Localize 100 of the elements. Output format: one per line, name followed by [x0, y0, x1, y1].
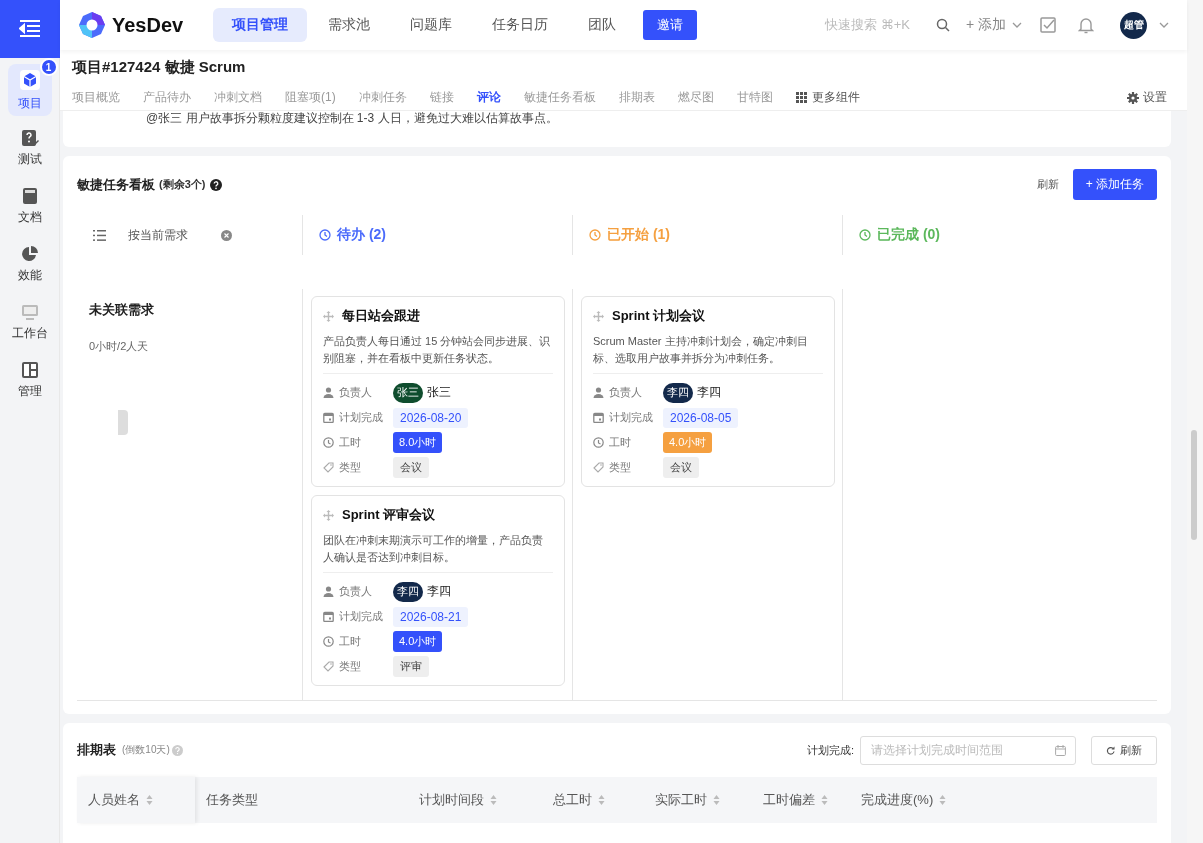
task-description: 团队在冲刺末期演示可工作的增量，产品负责人确认是否达到冲刺目标。: [323, 532, 553, 573]
add-menu[interactable]: + 添加: [965, 16, 1006, 35]
chevron-down-icon: [1159, 22, 1169, 29]
column-header[interactable]: 完成进度(%): [850, 791, 1157, 809]
sort-icon: [598, 795, 605, 805]
type-tag: 评审: [393, 656, 429, 677]
dashboard-icon: [20, 360, 39, 379]
assignee-name: 张三: [427, 384, 451, 401]
sidebar-item[interactable]: 效能: [7, 238, 52, 290]
due-date-tag: 2026-08-05: [663, 407, 739, 428]
schedule-hint: (倒数10天): [122, 743, 170, 757]
field-label: 类型: [609, 460, 631, 475]
user-avatar[interactable]: 超管: [1120, 11, 1147, 39]
drag-handle-icon: [593, 310, 604, 322]
field-label: 工时: [609, 435, 631, 450]
filter-label: 按当前需求: [128, 226, 188, 244]
help-icon: [171, 744, 183, 756]
task-card[interactable]: Sprint 计划会议 Scrum Master 主持冲刺计划会，确定冲刺目标、选取用户故事并拆分为冲刺任务。 负责人 李四 李四 计划完成 2026-08-05 工时 4.0小时 类型 会议: [581, 296, 835, 487]
field-label: 工时: [339, 435, 361, 450]
person-icon: [593, 387, 604, 398]
sidebar-item[interactable]: 管理: [7, 354, 52, 406]
add-task-button[interactable]: + 添加任务: [1072, 169, 1157, 200]
logo-icon: [78, 11, 106, 40]
column-header[interactable]: 任务类型: [195, 791, 408, 809]
chevron-down-icon: [1012, 22, 1022, 29]
remaining-count: (剩余3个): [159, 177, 206, 192]
nav-tab[interactable]: 任务日历: [473, 8, 568, 43]
assignee-avatar: 李四: [663, 382, 693, 403]
hours-tag: 4.0小时: [663, 432, 713, 453]
book-icon: [20, 186, 39, 205]
pie-chart-icon: [20, 244, 39, 263]
group-summary: 0小时/2人天: [89, 339, 150, 354]
refresh-link[interactable]: 刷新: [1036, 177, 1059, 192]
task-title: Sprint 计划会议: [612, 307, 706, 325]
group-title: 未关联需求: [89, 301, 155, 319]
task-card[interactable]: 每日站会跟进 产品负责人每日通过 15 分钟站会同步进展、识别阻塞，并在看板中更新任务状态。 负责人 张三 张三 计划完成 2026-08-20 工时 8.0小时 类型 会议: [311, 296, 565, 487]
task-card[interactable]: Sprint 评审会议 团队在冲刺末期演示可工作的增量，产品负责人确认是否达到冲刺目标。 负责人 李四 李四 计划完成 2026-08-21 工时 4.0小时 类型 评审: [311, 495, 565, 686]
calendar-icon: [323, 611, 334, 622]
column-header[interactable]: 人员姓名: [77, 777, 195, 823]
settings-button[interactable]: 设置: [1127, 89, 1167, 107]
more-components-button[interactable]: 更多组件: [795, 89, 860, 107]
field-label: 类型: [339, 659, 361, 674]
due-date-tag: 2026-08-20: [393, 407, 469, 428]
column-header[interactable]: 计划时间段: [408, 791, 542, 809]
sidebar-item[interactable]: 工作台: [7, 296, 52, 348]
board-title: 敏捷任务看板: [77, 175, 155, 194]
column-header[interactable]: 工时偏差: [752, 791, 850, 809]
sort-icon: [939, 795, 947, 805]
date-range-field[interactable]: 请选择计划完成时间范围: [860, 735, 1076, 765]
sidebar-item[interactable]: 测试: [7, 122, 52, 174]
calendar-icon: [1055, 744, 1066, 756]
column-header[interactable]: 实际工时: [644, 791, 752, 809]
assignee-avatar: 李四: [393, 581, 423, 602]
assignee-name: 李四: [697, 384, 721, 401]
field-label: 负责人: [339, 584, 372, 599]
hours-tag: 8.0小时: [393, 432, 443, 453]
field-label: 类型: [339, 460, 361, 475]
field-label: 计划完成: [339, 609, 383, 624]
nav-tab[interactable]: 问题库: [391, 8, 472, 43]
clock-icon: [859, 229, 871, 241]
logo-text: YesDev: [112, 13, 184, 37]
scrollbar-thumb[interactable]: [1191, 430, 1197, 540]
collapse-handle[interactable]: [118, 410, 128, 435]
column-title: 已开始 (1): [607, 226, 670, 244]
invite-button[interactable]: 邀请: [643, 10, 698, 41]
assignee-name: 李四: [427, 583, 451, 600]
sort-icon: [821, 795, 828, 805]
nav-tab[interactable]: 项目管理: [213, 8, 308, 43]
sort-icon: [713, 795, 720, 805]
clock-icon: [593, 437, 604, 448]
assignee-avatar: 张三: [393, 382, 423, 403]
project-tab[interactable]: 评论: [476, 89, 501, 107]
cube-icon: [18, 68, 41, 91]
clock-icon: [323, 437, 334, 448]
project-title: 项目#127424 敏捷 Scrum: [72, 58, 247, 78]
clock-icon: [589, 229, 601, 241]
bell-icon: [1078, 16, 1094, 35]
settings-icon: [1127, 91, 1139, 104]
type-tag: 会议: [393, 457, 429, 478]
clock-icon: [323, 636, 334, 647]
nav-tab[interactable]: 团队: [569, 8, 636, 43]
search-icon: [935, 18, 950, 33]
task-description: Scrum Master 主持冲刺计划会，确定冲刺目标、选取用户故事并拆分为冲刺任务。: [593, 333, 823, 374]
drag-handle-icon: [323, 310, 334, 322]
count-badge: 1: [39, 58, 58, 76]
field-label: 计划完成: [609, 410, 653, 425]
filter-label: 计划完成:: [806, 742, 854, 758]
sort-icon: [490, 795, 497, 805]
drag-handle-icon: [323, 509, 334, 521]
sidebar-item[interactable]: 文档: [7, 180, 52, 232]
hours-tag: 4.0小时: [393, 631, 443, 652]
person-icon: [323, 387, 334, 398]
help-icon: [210, 178, 223, 191]
column-title: 已完成 (0): [877, 226, 940, 244]
comment-text: @张三 用户故事拆分颗粒度建议控制在 1-3 人日，避免过大难以估算故事点。: [146, 111, 559, 125]
nav-tab[interactable]: 需求池: [309, 8, 390, 43]
menu-icon: [18, 20, 41, 38]
field-label: 计划完成: [339, 410, 383, 425]
column-header[interactable]: 总工时: [542, 791, 644, 809]
refresh-button[interactable]: 刷新: [1091, 735, 1157, 765]
